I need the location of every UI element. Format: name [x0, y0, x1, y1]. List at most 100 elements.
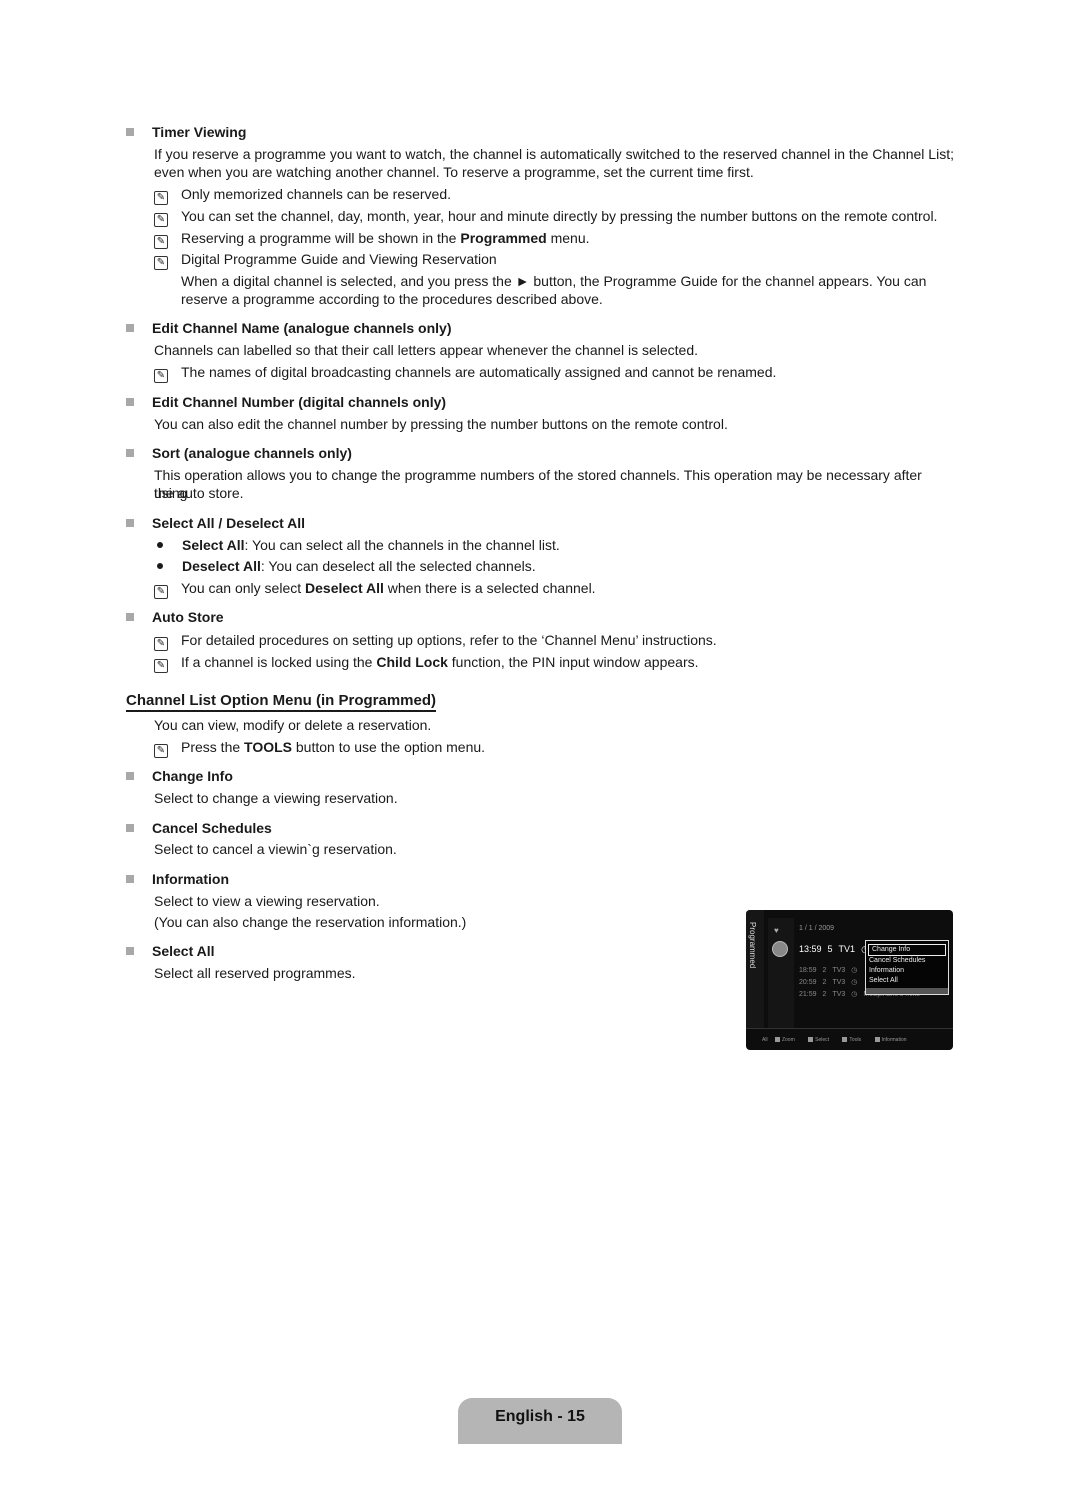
page-number-tab: English - 15	[458, 1398, 622, 1444]
note-bold: TOOLS	[244, 739, 292, 755]
tv-date: 1 / 1 / 2009	[799, 925, 835, 932]
note-bold: Deselect All	[305, 580, 384, 596]
section-title-option-menu: Channel List Option Menu (in Programmed)	[126, 692, 437, 712]
popup-item-cancel-schedules[interactable]: Cancel Schedules	[866, 956, 948, 966]
note-text: If a channel is locked using the	[181, 654, 377, 670]
note-icon: ✎	[154, 369, 168, 383]
heading-text: Information	[152, 871, 229, 887]
section-heading-auto-store: Auto Store	[126, 609, 224, 625]
row-name: TV3	[832, 991, 846, 998]
heading-text: Edit Channel Number (digital channels on…	[152, 394, 447, 410]
note-icon: ✎	[154, 191, 168, 205]
note: ✎ If a channel is locked using the Child …	[154, 653, 954, 673]
row-name: TV3	[832, 979, 846, 986]
row-channel: 2	[822, 991, 827, 998]
row-time: 21:59	[799, 991, 817, 998]
tools-key-icon	[842, 1037, 848, 1042]
square-bullet-icon	[126, 449, 134, 457]
paragraph: the auto store.	[154, 485, 244, 501]
heading-text: Edit Channel Name (analogue channels onl…	[152, 320, 452, 336]
paragraph: You can also edit the channel number by …	[154, 416, 728, 432]
heading-text: Sort (analogue channels only)	[152, 445, 352, 461]
timer-icon: ◷	[851, 991, 858, 998]
note-text: when there is a selected channel.	[383, 580, 596, 596]
select-key-icon	[808, 1037, 814, 1042]
note: ✎ You can only select Deselect All when t…	[154, 579, 954, 599]
tv-row: 20:59 2 TV3 ◷	[799, 978, 863, 986]
bullet-dot-icon	[157, 542, 163, 548]
bullet-text: : You can deselect all the selected chan…	[260, 558, 536, 574]
paragraph: (You can also change the reservation inf…	[154, 914, 467, 930]
section-heading-edit-channel-name: Edit Channel Name (analogue channels onl…	[126, 320, 452, 336]
note: ✎ Only memorized channels can be reserved…	[154, 185, 954, 205]
popup-item-change-info[interactable]: Change Info	[868, 944, 946, 956]
sub-paragraph: When a digital channel is selected, and …	[181, 273, 927, 289]
zoom-key-icon	[774, 1037, 780, 1042]
row-time: 18:59	[799, 967, 817, 974]
bullet-bold: Deselect All	[182, 558, 261, 574]
heading-text: Cancel Schedules	[152, 820, 272, 836]
tv-icon-column	[768, 918, 794, 1028]
bullet-item: Select All: You can select all the chann…	[154, 536, 560, 554]
note-text: button to use the option menu.	[292, 739, 486, 755]
footer-all: All	[762, 1037, 768, 1043]
row-name: TV3	[832, 967, 846, 974]
note: ✎ Digital Programme Guide and Viewing Res…	[154, 250, 954, 270]
bullet-text: : You can select all the channels in the…	[244, 537, 560, 553]
sub-paragraph: reserve a programme according to the pro…	[181, 291, 603, 307]
heading-text: Auto Store	[152, 609, 224, 625]
note-text: menu.	[546, 230, 590, 246]
note-text: function, the PIN input window appears.	[447, 654, 699, 670]
note-icon: ✎	[154, 659, 168, 673]
paragraph: Select to change a viewing reservation.	[154, 790, 398, 806]
row-time: 20:59	[799, 979, 817, 986]
heart-icon: ♥	[774, 926, 779, 935]
paragraph: If you reserve a programme you want to w…	[154, 146, 954, 162]
section-heading-cancel-schedules: Cancel Schedules	[126, 820, 272, 836]
note-bold: Programmed	[460, 230, 547, 246]
note-icon: ✎	[154, 256, 168, 270]
note-text: You can set the channel, day, month, yea…	[181, 208, 938, 224]
paragraph: Channels can labelled so that their call…	[154, 342, 698, 358]
row-channel: 2	[822, 979, 827, 986]
bullet-bold: Select All	[182, 537, 245, 553]
note: ✎ The names of digital broadcasting chann…	[154, 363, 954, 383]
note-icon: ✎	[154, 213, 168, 227]
section-heading-information: Information	[126, 871, 229, 887]
section-heading-timer-viewing: Timer Viewing	[126, 124, 246, 140]
note: ✎ For detailed procedures on setting up o…	[154, 631, 954, 651]
section-heading-change-info: Change Info	[126, 768, 233, 784]
footer-tools: Tools	[849, 1037, 862, 1043]
tv-row-current: 13:595TV1◷	[799, 944, 875, 955]
note-bold: Child Lock	[376, 654, 448, 670]
note-text: Press the	[181, 739, 245, 755]
square-bullet-icon	[126, 519, 134, 527]
timer-icon: ◷	[851, 967, 858, 974]
timer-icon: ◷	[851, 979, 858, 986]
clock-icon	[772, 941, 788, 957]
paragraph: even when you are watching another chann…	[154, 164, 754, 180]
paragraph: Select to view a viewing reservation.	[154, 893, 380, 909]
heading-text: Select All / Deselect All	[152, 515, 306, 531]
footer-select: Select	[815, 1037, 830, 1043]
popup-item-select-all[interactable]: Select All	[866, 976, 948, 986]
tv-screenshot-programmed: Programmed ♥ 1 / 1 / 2009 13:59 5 TV1 ◷ 18:…	[746, 910, 953, 1050]
section-heading-select-all: Select All / Deselect All	[126, 515, 305, 531]
note-text: Digital Programme Guide and Viewing Rese…	[181, 251, 497, 267]
note-text: Reserving a programme will be shown in t…	[181, 230, 461, 246]
footer-information: Information	[881, 1037, 907, 1043]
square-bullet-icon	[126, 324, 134, 332]
note: ✎ You can set the channel, day, month, ye…	[154, 207, 954, 227]
note: ✎ Press the TOOLS button to use the optio…	[154, 738, 954, 758]
tv-row: 18:59 2 TV3 ◷	[799, 966, 863, 974]
square-bullet-icon	[126, 824, 134, 832]
note-text: The names of digital broadcasting channe…	[181, 364, 777, 380]
footer-zoom: Zoom	[781, 1037, 795, 1043]
popup-item-information[interactable]: Information	[866, 966, 948, 976]
section-heading-sort: Sort (analogue channels only)	[126, 445, 352, 461]
row-time: 13:59	[799, 944, 822, 954]
square-bullet-icon	[126, 613, 134, 621]
square-bullet-icon	[126, 772, 134, 780]
heading-text: Select All	[152, 943, 215, 959]
square-bullet-icon	[126, 947, 134, 955]
